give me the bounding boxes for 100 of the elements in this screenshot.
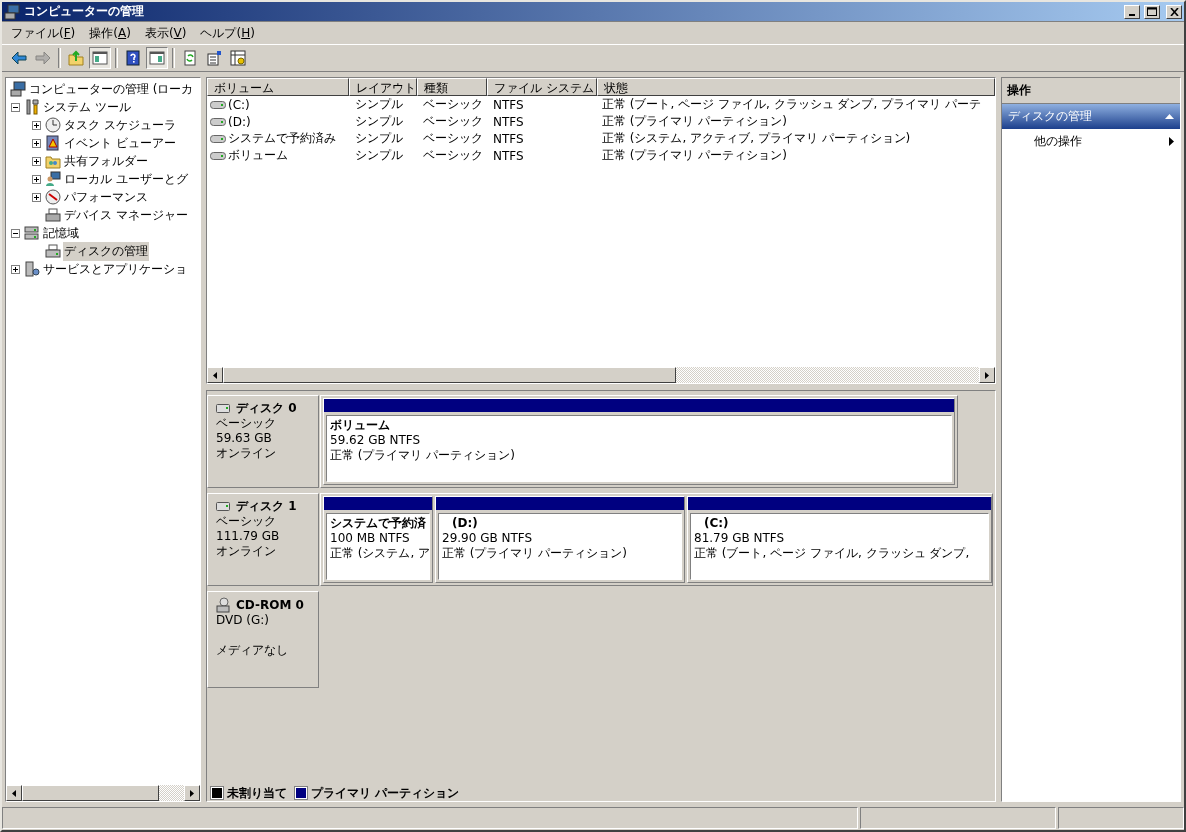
tree-item[interactable]: ディスクの管理 (63, 241, 149, 261)
tree-item[interactable]: タスク スケジューラ (63, 115, 177, 135)
scroll-right-button[interactable] (979, 367, 995, 383)
collapse-toggle[interactable] (11, 102, 20, 112)
disk-status: メディアなし (216, 643, 289, 658)
storage-icon (24, 225, 40, 241)
disk-size: 111.79 GB (216, 529, 281, 544)
column-header[interactable]: 状態 (597, 78, 995, 96)
toolbar-button[interactable] (89, 47, 111, 69)
properties-icon (206, 50, 222, 66)
table-cell: システムで予約済み (228, 130, 336, 147)
legend-label: プライマリ パーティション (311, 784, 460, 802)
partition-name: ボリューム (330, 418, 391, 433)
table-cell-text: NTFS (492, 131, 525, 146)
column-header[interactable]: ボリューム (207, 78, 349, 96)
partition[interactable]: システムで予約済 100 MB NTFS 正常 (システム, ア (323, 496, 433, 583)
printer-icon (45, 207, 61, 223)
menu-item[interactable]: 表示(V) (137, 22, 194, 44)
table-cell-text: シンプル (354, 130, 404, 147)
partition-size: 100 MB NTFS (330, 531, 411, 546)
maximize-button[interactable] (1144, 4, 1160, 19)
computer-icon (10, 81, 26, 97)
drive-icon (210, 133, 226, 144)
column-header[interactable]: ファイル システム (487, 78, 597, 96)
table-cell-text: NTFS (492, 114, 525, 129)
partition-name: システムで予約済 (330, 516, 426, 531)
minimize-button[interactable] (1124, 4, 1140, 19)
partition[interactable]: (C:) 81.79 GB NTFS 正常 (ブート, ページ ファイル, クラッシュ ダンプ, (687, 496, 992, 583)
scroll-left-button[interactable] (207, 367, 223, 383)
disk-type: DVD (G:) (216, 613, 270, 628)
partition-name: (C:) (703, 516, 730, 531)
tree-item[interactable]: 共有フォルダー (63, 151, 149, 171)
expand-toggle[interactable] (32, 138, 41, 148)
disk-type: ベーシック (216, 514, 277, 529)
help-icon (125, 50, 141, 66)
folder-up-icon (68, 50, 84, 66)
table-cell: (C:) (228, 97, 250, 112)
actions-section-header[interactable]: ディスクの管理 (1002, 104, 1180, 129)
minimize-icon (1129, 13, 1135, 16)
disk-name: ディスク 0 (236, 401, 297, 416)
table-cell-text: ベーシック (422, 96, 484, 113)
table-cell-text: シンプル (354, 96, 404, 113)
actions-header: 操作 (1002, 78, 1180, 104)
tree-item[interactable]: パフォーマンス (63, 187, 149, 207)
scroll-right-button[interactable] (184, 785, 200, 801)
menu-item[interactable]: 操作(A) (82, 22, 138, 44)
action-item[interactable]: 他の操作 (1034, 133, 1082, 150)
partition-size: 29.90 GB NTFS (442, 531, 534, 546)
expand-toggle[interactable] (32, 174, 41, 184)
scrollbar-thumb[interactable] (223, 367, 676, 383)
server-icon (24, 261, 40, 277)
expand-toggle[interactable] (11, 264, 20, 274)
menu-item[interactable]: ヘルプ(H) (193, 22, 262, 44)
column-header[interactable]: レイアウト (349, 78, 417, 96)
partition[interactable]: (D:) 29.90 GB NTFS 正常 (プライマリ パーティション) (435, 496, 685, 583)
expand-toggle[interactable] (32, 156, 41, 166)
pane-icon (92, 50, 108, 66)
menu-item[interactable]: ファイル(F) (4, 22, 83, 44)
users-icon (45, 171, 61, 187)
toolbar-button[interactable] (227, 47, 249, 69)
partition[interactable]: ボリューム 59.62 GB NTFS 正常 (プライマリ パーティション) (323, 398, 955, 485)
grid-gear-icon (230, 50, 246, 66)
table-cell: (D:) (228, 114, 251, 129)
tree-item[interactable]: デバイス マネージャー (63, 205, 189, 225)
clock-icon (45, 117, 61, 133)
scrollbar-thumb[interactable] (22, 785, 159, 801)
disk-size: 59.63 GB (216, 431, 273, 446)
collapse-arrow-icon (1165, 114, 1174, 119)
left-arrow-icon (213, 371, 217, 379)
tree-item[interactable]: システム ツール (42, 97, 132, 117)
folder-icon (45, 153, 61, 169)
scroll-left-button[interactable] (6, 785, 22, 801)
right-arrow-icon (985, 371, 989, 379)
maximize-icon (1147, 7, 1157, 16)
drive-icon (210, 99, 226, 110)
tree-item[interactable]: ローカル ユーザーとグ (63, 169, 189, 189)
computer-icon (4, 3, 20, 20)
partition-status: 正常 (プライマリ パーティション) (330, 448, 516, 463)
table-cell-text: 正常 (プライマリ パーティション) (601, 147, 788, 164)
table-cell-text: 正常 (ブート, ページ ファイル, クラッシュ ダンプ, プライマリ パーテ (601, 96, 982, 113)
disk-type: ベーシック (216, 416, 277, 431)
legend-label: 未割り当て (227, 784, 287, 802)
close-icon (1169, 7, 1179, 16)
refresh-icon (182, 50, 198, 66)
tree-item[interactable]: サービスとアプリケーショ (42, 259, 188, 279)
window-title: コンピューターの管理 (24, 3, 145, 20)
table-cell-text: NTFS (492, 97, 525, 112)
tree-item[interactable]: コンピューターの管理 (ローカ (28, 79, 195, 99)
tree-item[interactable]: 記憶域 (42, 223, 80, 243)
table-cell-text: NTFS (492, 148, 525, 163)
close-button[interactable] (1166, 4, 1182, 19)
toolbar-button[interactable] (146, 47, 168, 69)
column-header[interactable]: 種類 (417, 78, 487, 96)
tree-item[interactable]: イベント ビューアー (63, 133, 177, 153)
expand-toggle[interactable] (32, 120, 41, 130)
table-cell-text: シンプル (354, 147, 404, 164)
table-cell-text: ベーシック (422, 147, 484, 164)
collapse-toggle[interactable] (11, 228, 20, 238)
expand-toggle[interactable] (32, 192, 41, 202)
left-arrow-icon (12, 789, 16, 797)
